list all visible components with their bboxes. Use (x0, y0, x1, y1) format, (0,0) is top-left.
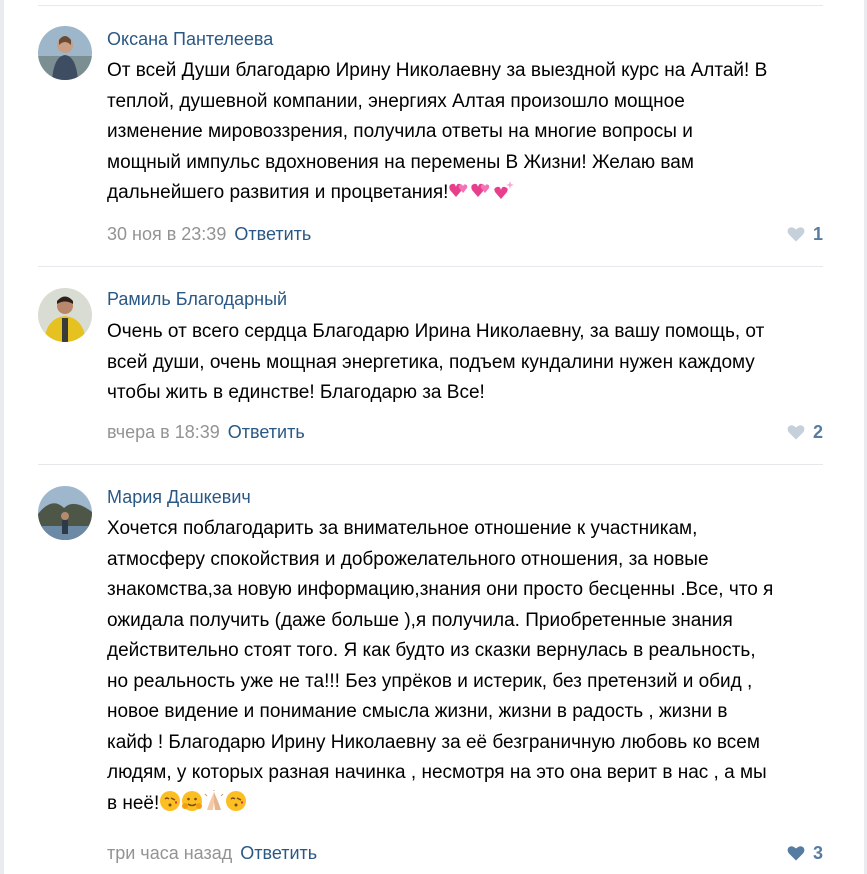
comment-line: знакомства,за новую информацию,знания он… (107, 579, 774, 600)
reply-button[interactable]: Ответить (234, 224, 311, 244)
sparkling-heart-icon (494, 181, 515, 199)
comment-line: но реальность уже не та!!! Без упрёков и… (107, 670, 753, 692)
avatar[interactable] (38, 26, 92, 80)
two-hearts-icon (449, 183, 468, 197)
comment-time[interactable]: вчера в 18:39 (107, 422, 220, 442)
comment-line: чтобы жить в единстве! Благодарю за Все! (107, 382, 485, 403)
like-count: 3 (812, 843, 823, 863)
comment-line: людям, у которых разная начинка , несмот… (107, 762, 767, 783)
comment-line: теплой, душевной компании, энергиях Алта… (107, 90, 685, 112)
avatar[interactable] (38, 288, 92, 342)
comment-author[interactable]: Оксана Пантелеева (107, 28, 273, 50)
comment-line-text: дальнейшего развития и процветания! (107, 182, 449, 203)
comment-line: ожидала получить (даже больше ),я получи… (107, 609, 733, 631)
kissing-face-icon (160, 790, 181, 811)
comment-line: в неё! (107, 789, 822, 820)
top-divider (38, 5, 823, 6)
heart-icon (787, 846, 805, 861)
comment-divider (38, 464, 823, 465)
comment-meta: 30 ноя в 23:39 Ответить (107, 223, 311, 245)
comment-author[interactable]: Рамиль Благодарный (107, 288, 287, 310)
comment-line: новое видение и понимание смысла жизни, … (107, 701, 728, 722)
comment-line: От всей Души благодарю Ирину Николаевну … (107, 60, 768, 81)
comment-text: Хочется поблагодарить за внимательное от… (107, 514, 822, 819)
comment-meta: три часа назад Ответить (107, 842, 317, 864)
avatar[interactable] (38, 486, 92, 540)
comment-line: мощный импульс вдохновения на перемены В… (107, 151, 694, 173)
left-border (0, 0, 4, 874)
folded-hands-icon (204, 789, 224, 810)
comment-author[interactable]: Мария Дашкевич (107, 486, 251, 508)
comment-text: Очень от всего сердца Благодарю Ирина Ни… (107, 317, 822, 409)
comment-line: всей души, очень мощная энергетика, подъ… (107, 351, 755, 373)
like-button[interactable]: 3 (787, 842, 823, 864)
comment-line: Очень от всего сердца Благодарю Ирина Ни… (107, 321, 765, 342)
comment-line: атмосферу спокойствия и доброжелательног… (107, 548, 709, 570)
like-button[interactable]: 2 (787, 421, 823, 443)
hugging-face-icon (182, 790, 203, 811)
comment-line: действительно стоят того. Я как будто из… (107, 640, 756, 661)
like-count: 1 (812, 224, 823, 244)
like-button[interactable]: 1 (787, 223, 823, 245)
comment-line: дальнейшего развития и процветания! (107, 178, 822, 209)
comment-line-text: в неё! (107, 792, 160, 814)
two-hearts-icon (471, 183, 490, 197)
reply-button[interactable]: Ответить (240, 843, 317, 863)
reply-button[interactable]: Ответить (228, 422, 305, 442)
comment-line: изменение мировоззрения, получила ответы… (107, 121, 693, 142)
comment-time[interactable]: три часа назад (107, 843, 232, 863)
kissing-face-icon (226, 790, 247, 811)
comment-meta: вчера в 18:39 Ответить (107, 421, 305, 443)
comment-text: От всей Души благодарю Ирину Николаевну … (107, 56, 822, 209)
heart-icon (787, 425, 805, 440)
comment-line: Хочется поблагодарить за внимательное от… (107, 518, 698, 539)
comment-divider (38, 266, 823, 267)
heart-icon (787, 227, 805, 242)
like-count: 2 (812, 422, 823, 442)
comment-line: кайф ! Благодарю Ирину Николаевну за её … (107, 731, 760, 753)
comment-time[interactable]: 30 ноя в 23:39 (107, 224, 226, 244)
comments-page: Оксана Пантелеева От всей Души благодарю… (0, 0, 867, 874)
